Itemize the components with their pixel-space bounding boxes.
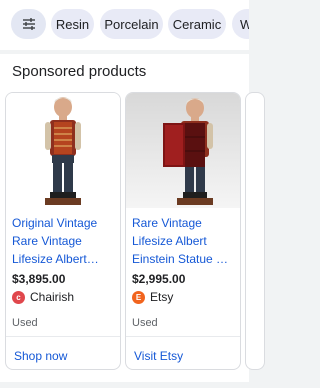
section-title: Sponsored products bbox=[12, 63, 147, 80]
card-divider bbox=[126, 336, 240, 337]
title-line: Einstein Statue … bbox=[132, 252, 229, 266]
visit-etsy-link[interactable]: Visit Etsy bbox=[134, 349, 183, 363]
chip-partial[interactable]: W bbox=[232, 9, 249, 39]
seller: E Etsy bbox=[132, 290, 173, 304]
seller-name: Etsy bbox=[150, 290, 174, 304]
statue-cabinet-image bbox=[163, 97, 213, 205]
product-condition: Used bbox=[132, 317, 158, 329]
chip-porcelain[interactable]: Porcelain bbox=[100, 9, 163, 39]
seller: c Chairish bbox=[12, 290, 74, 304]
seller-name: Chairish bbox=[30, 290, 75, 304]
product-condition: Used bbox=[12, 317, 38, 329]
title-line: Lifesize Albert… bbox=[12, 252, 99, 266]
chip-resin[interactable]: Resin bbox=[51, 9, 94, 39]
title-line: Original Vintage bbox=[12, 216, 98, 230]
product-card[interactable]: Original Vintage Rare Vintage Lifesize A… bbox=[5, 92, 121, 370]
title-line: Rare Vintage bbox=[12, 234, 82, 248]
etsy-logo-icon: E bbox=[132, 290, 145, 304]
card-divider bbox=[6, 336, 120, 337]
next-product-card-partial[interactable] bbox=[245, 92, 265, 370]
filter-settings-button[interactable] bbox=[11, 9, 46, 39]
product-title-link[interactable]: Original Vintage Rare Vintage Lifesize A… bbox=[12, 214, 116, 268]
statue-figure-image bbox=[45, 96, 81, 205]
product-price: $2,995.00 bbox=[132, 272, 186, 286]
sponsored-products-panel: Sponsored products Original Vintage Rare… bbox=[0, 54, 265, 382]
product-price: $3,895.00 bbox=[12, 272, 66, 286]
product-title-link[interactable]: Rare Vintage Lifesize Albert Einstein St… bbox=[132, 214, 236, 268]
title-line: Lifesize Albert bbox=[132, 234, 207, 248]
product-image[interactable] bbox=[126, 93, 240, 208]
filter-chip-bar: Resin Porcelain Ceramic W bbox=[0, 0, 249, 50]
product-card[interactable]: Rare Vintage Lifesize Albert Einstein St… bbox=[125, 92, 241, 370]
title-line: Rare Vintage bbox=[132, 216, 202, 230]
chip-ceramic[interactable]: Ceramic bbox=[168, 9, 226, 39]
shop-now-link[interactable]: Shop now bbox=[14, 349, 67, 363]
product-image[interactable] bbox=[6, 93, 120, 208]
chairish-logo-icon: c bbox=[12, 290, 25, 304]
tune-icon bbox=[22, 18, 35, 30]
